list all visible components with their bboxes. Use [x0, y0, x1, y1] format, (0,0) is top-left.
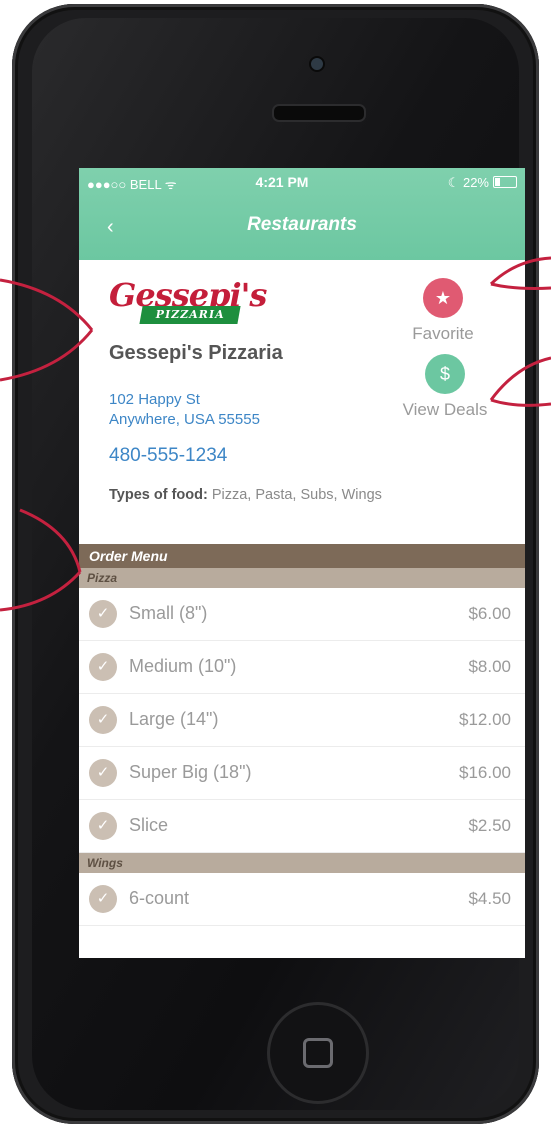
battery-icon: [493, 176, 517, 188]
menu-item-name: Slice: [129, 815, 169, 835]
logo-band-text: PIZZARIA: [139, 306, 241, 324]
order-menu-header: Order Menu: [79, 544, 525, 568]
restaurant-name: Gessepi's Pizzaria: [109, 342, 283, 364]
menu-item[interactable]: ✓ 6-count $4.50: [79, 873, 525, 926]
restaurant-logo: Gessepi's PIZZARIA: [109, 276, 267, 328]
status-bar: ●●●○○ BELL ᯤ 4:21 PM ☾ 22%: [79, 168, 525, 196]
check-icon[interactable]: ✓: [89, 759, 117, 787]
menu-section-wings: Wings: [79, 853, 525, 873]
top-bar: ●●●○○ BELL ᯤ 4:21 PM ☾ 22% ‹ Restaurants: [79, 168, 525, 260]
annotation-arrow-favorite: [489, 256, 551, 290]
menu-item-name: Small (8"): [129, 603, 208, 623]
home-button[interactable]: [267, 1002, 369, 1104]
menu-item[interactable]: ✓ Small (8") $6.00: [79, 588, 525, 641]
menu-item-price: $6.00: [468, 604, 511, 623]
menu-item-price: $2.50: [468, 816, 511, 835]
restaurant-phone-link[interactable]: 480-555-1234: [109, 445, 227, 467]
camera-icon: [309, 56, 325, 72]
menu-item-name: Large (14"): [129, 709, 219, 729]
star-icon: ★: [423, 278, 463, 318]
food-types-label: Types of food:: [109, 487, 208, 503]
dollar-icon: $: [425, 354, 465, 394]
check-icon[interactable]: ✓: [89, 885, 117, 913]
menu-item-name: Super Big (18"): [129, 762, 252, 782]
status-battery: ☾ 22%: [447, 175, 489, 190]
check-icon[interactable]: ✓: [89, 653, 117, 681]
food-types-value: Pizza, Pasta, Subs, Wings: [207, 487, 382, 503]
annotation-arrow-name: [0, 278, 94, 382]
home-square-icon: [303, 1038, 333, 1068]
menu-item-price: $8.00: [468, 657, 511, 676]
menu-item-price: $12.00: [459, 710, 511, 729]
restaurant-address[interactable]: 102 Happy St Anywhere, USA 55555: [109, 390, 260, 430]
favorite-button[interactable]: ★ Favorite: [383, 278, 503, 344]
menu-item[interactable]: ✓ Slice $2.50: [79, 800, 525, 853]
menu-item[interactable]: ✓ Medium (10") $8.00: [79, 641, 525, 694]
annotation-arrow-deals: [489, 356, 551, 407]
address-line-1: 102 Happy St: [109, 391, 200, 408]
check-icon[interactable]: ✓: [89, 706, 117, 734]
menu-item-name: 6-count: [129, 888, 190, 908]
menu-item[interactable]: ✓ Super Big (18") $16.00: [79, 747, 525, 800]
speaker-grille: [272, 104, 366, 122]
page-title: Restaurants: [247, 214, 357, 235]
food-types: Types of food: Pizza, Pasta, Subs, Wings: [109, 487, 382, 503]
order-menu: Order Menu Pizza ✓ Small (8") $6.00 ✓ Me…: [79, 544, 525, 926]
menu-item-price: $16.00: [459, 763, 511, 782]
menu-item-name: Medium (10"): [129, 656, 237, 676]
menu-item-price: $4.50: [468, 889, 511, 908]
menu-item[interactable]: ✓ Large (14") $12.00: [79, 694, 525, 747]
annotation-arrow-menu: [0, 508, 82, 612]
favorite-label: Favorite: [412, 324, 474, 343]
app-screen: ●●●○○ BELL ᯤ 4:21 PM ☾ 22% ‹ Restaurants…: [79, 168, 525, 958]
check-icon[interactable]: ✓: [89, 812, 117, 840]
address-line-2: Anywhere, USA 55555: [109, 411, 260, 428]
menu-section-pizza: Pizza: [79, 568, 525, 588]
